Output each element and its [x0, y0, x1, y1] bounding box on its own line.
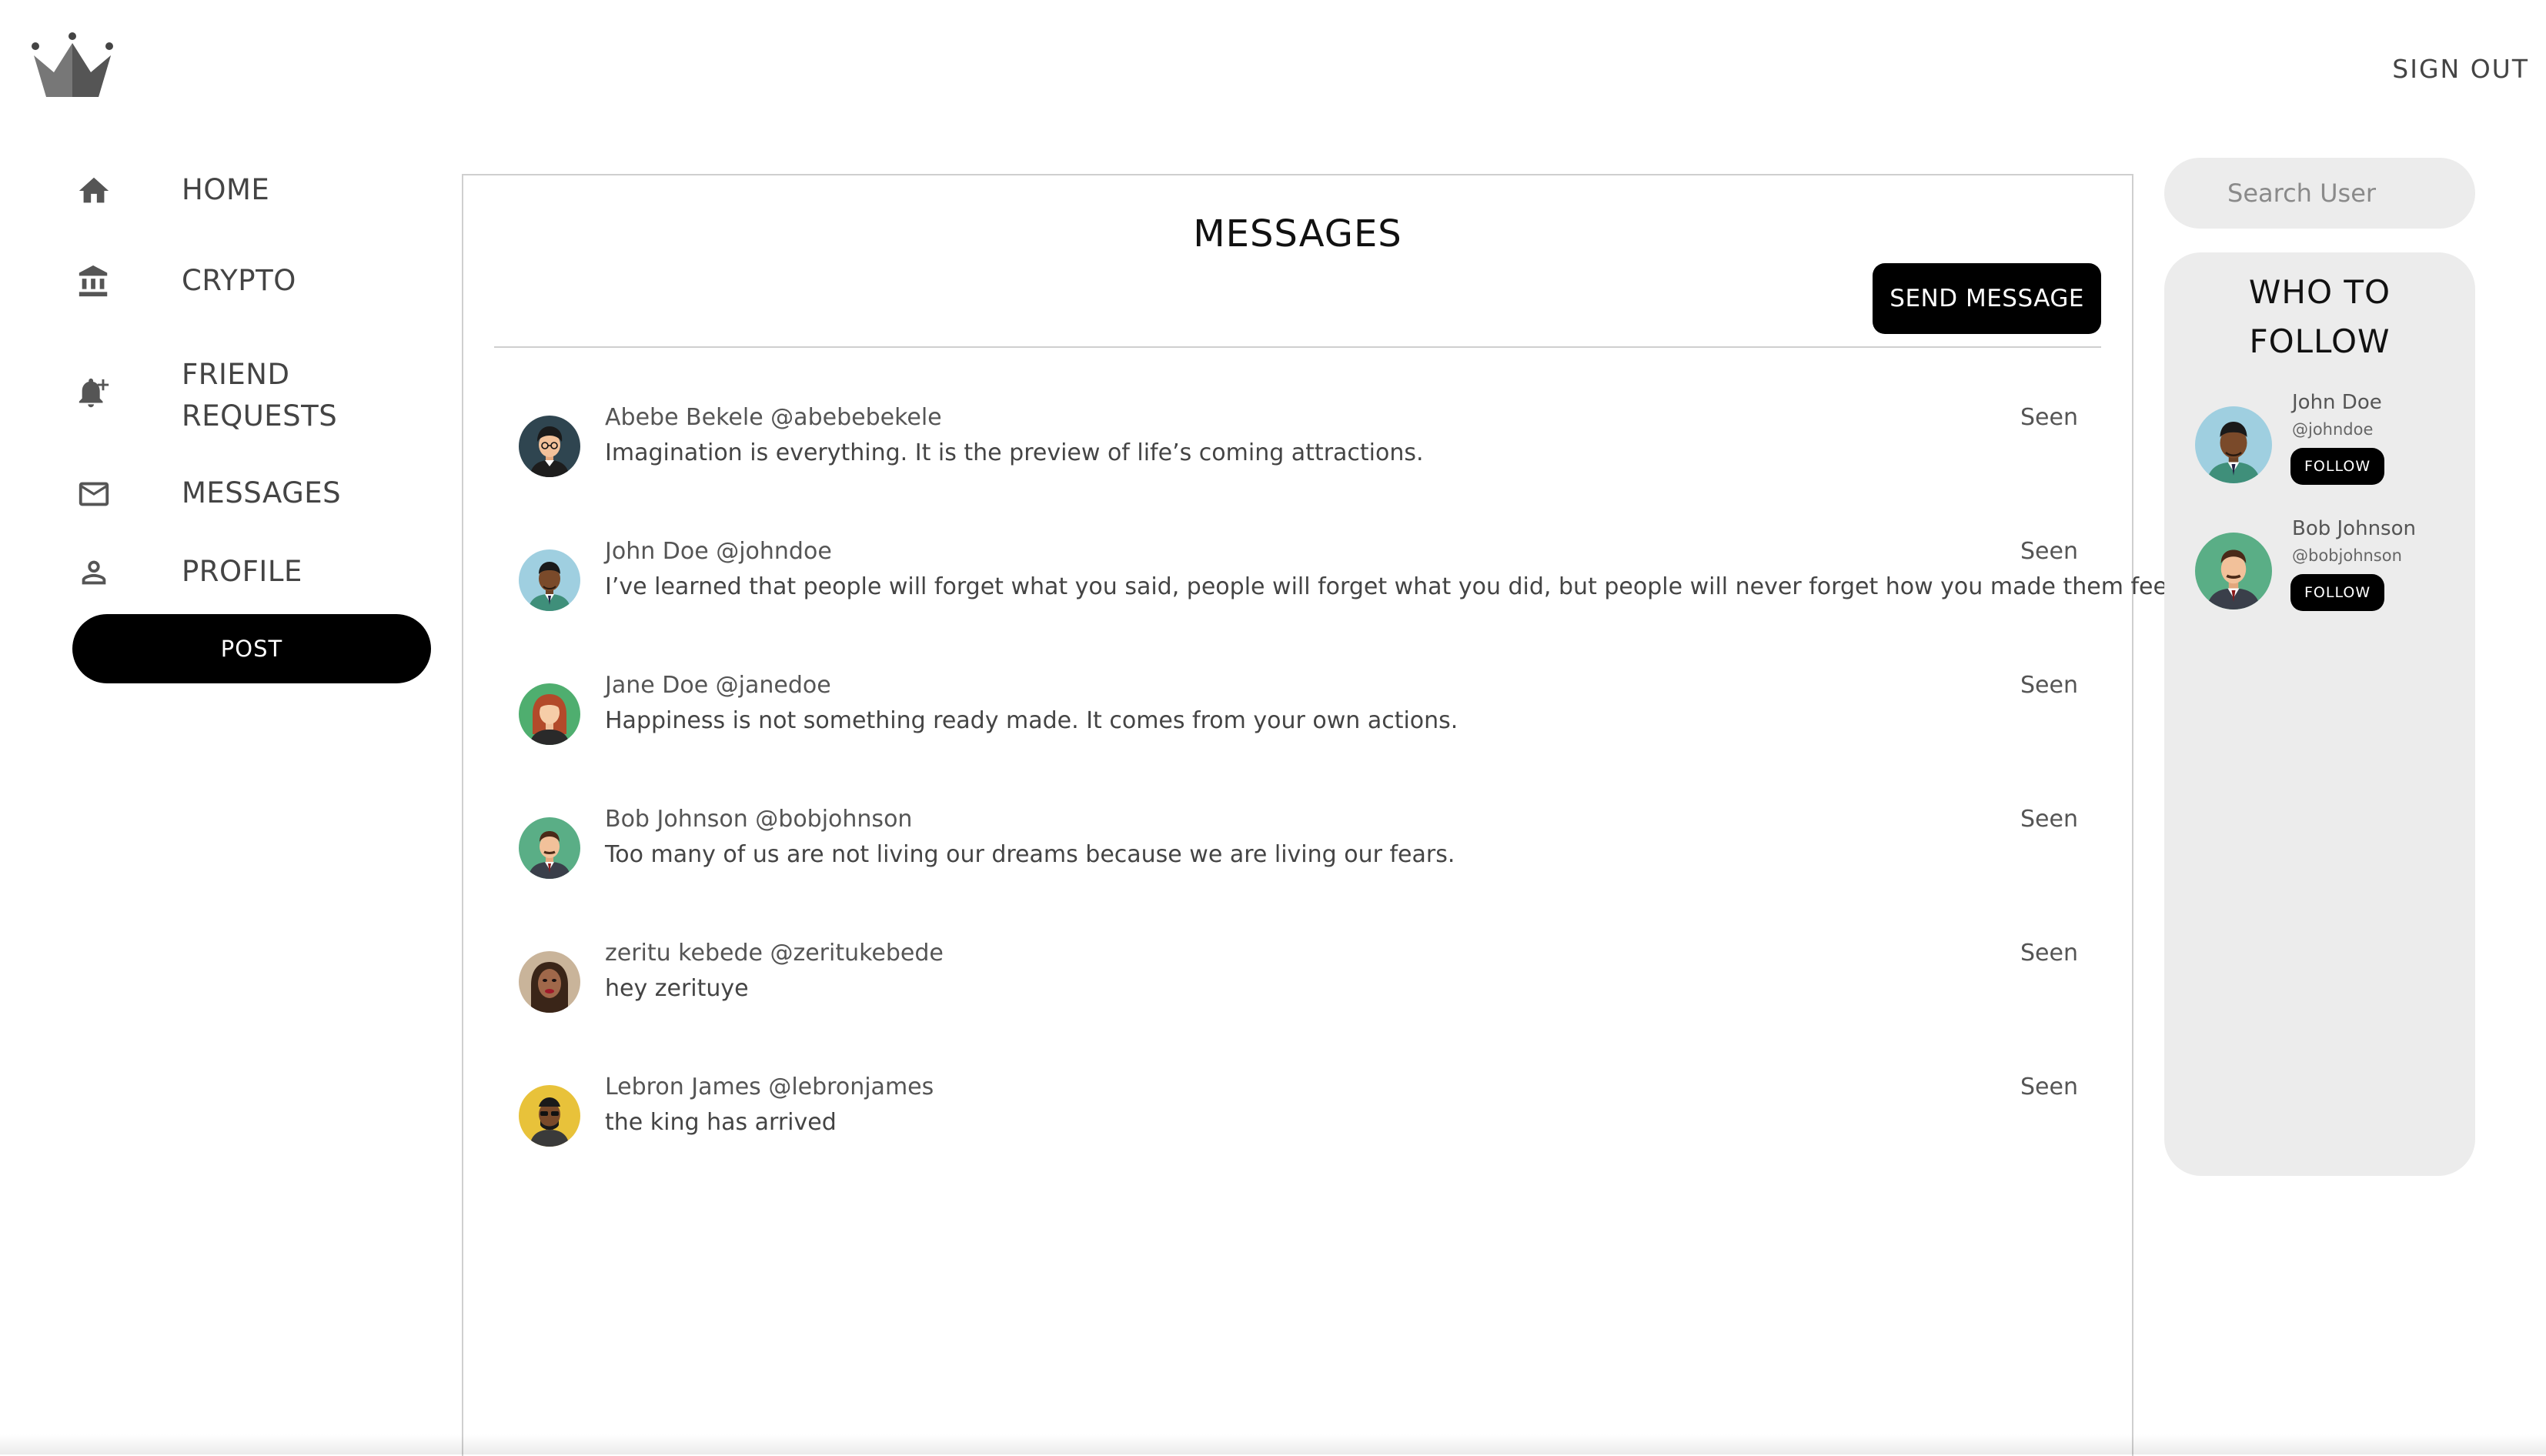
message-sender: Bob Johnson @bobjohnson [605, 806, 913, 833]
suggested-user-handle: @bobjohnson [2292, 546, 2402, 565]
crown-logo-icon[interactable] [31, 32, 114, 97]
nav-item-profile[interactable]: PROFILE [72, 551, 302, 594]
avatar [519, 416, 580, 477]
avatar [519, 549, 580, 611]
message-row[interactable]: John Doe @johndoe I’ve learned that peop… [519, 534, 2181, 668]
mail-icon [72, 473, 115, 516]
post-button[interactable]: POST [72, 614, 431, 683]
avatar [519, 683, 580, 745]
nav-item-messages[interactable]: MESSAGES [72, 473, 341, 516]
avatar [519, 1085, 580, 1147]
send-message-button[interactable]: SEND MESSAGE [1873, 263, 2101, 334]
suggested-user-handle: @johndoe [2292, 420, 2374, 439]
seen-status: Seen [2020, 1074, 2078, 1100]
message-row[interactable]: Lebron James @lebronjames the king has a… [519, 1070, 2078, 1204]
seen-status: Seen [2020, 404, 2078, 431]
message-list: Abebe Bekele @abebebekele Imagination is… [519, 400, 2181, 1204]
message-text: Imagination is everything. It is the pre… [605, 439, 1424, 466]
nav-label-profile: PROFILE [182, 555, 302, 588]
follow-button[interactable]: FOLLOW [2290, 574, 2385, 611]
bell-plus-icon [72, 372, 115, 416]
message-sender: Lebron James @lebronjames [605, 1074, 934, 1100]
message-sender: Abebe Bekele @abebebekele [605, 404, 942, 431]
bank-icon [72, 260, 115, 303]
message-sender: Jane Doe @janedoe [605, 672, 831, 699]
message-sender: zeritu kebede @zeritukebede [605, 940, 944, 967]
seen-status: Seen [2020, 538, 2078, 565]
avatar[interactable] [2195, 406, 2272, 483]
message-text: Too many of us are not living our dreams… [605, 841, 1455, 868]
seen-status: Seen [2020, 806, 2078, 833]
divider [494, 346, 2101, 348]
messages-panel: MESSAGES SEND MESSAGE Abebe Bekele @abeb… [462, 174, 2181, 1456]
message-text: the king has arrived [605, 1109, 837, 1136]
sign-out-button[interactable]: SIGN OUT [2392, 54, 2529, 84]
seen-status: Seen [2020, 672, 2078, 699]
message-text: Happiness is not something ready made. I… [605, 707, 1458, 734]
suggested-user-name: Bob Johnson [2292, 517, 2416, 540]
follow-button[interactable]: FOLLOW [2290, 448, 2385, 485]
message-row[interactable]: Abebe Bekele @abebebekele Imagination is… [519, 400, 2078, 534]
page-title: MESSAGES [1193, 212, 1402, 255]
nav-item-home[interactable]: HOME [72, 169, 269, 212]
suggested-user: Bob Johnson @bobjohnson FOLLOW [2195, 517, 2457, 625]
message-row[interactable]: Bob Johnson @bobjohnson Too many of us a… [519, 802, 2078, 936]
who-to-follow-panel: WHO TO FOLLOW John Doe @johndoe FOLLOW B… [2164, 252, 2475, 1176]
message-row[interactable]: zeritu kebede @zeritukebede hey zerituye… [519, 936, 2078, 1070]
avatar [519, 817, 580, 879]
nav-item-friend-requests[interactable]: FRIEND REQUESTS [72, 354, 351, 437]
person-icon [72, 551, 115, 594]
avatar [519, 951, 580, 1013]
message-text: hey zerituye [605, 975, 749, 1002]
message-sender: John Doe @johndoe [605, 538, 832, 565]
message-row[interactable]: Jane Doe @janedoe Happiness is not somet… [519, 668, 2078, 802]
suggested-user: John Doe @johndoe FOLLOW [2195, 391, 2457, 499]
search-user-input[interactable] [2164, 158, 2475, 229]
who-to-follow-title: WHO TO FOLLOW [2248, 273, 2391, 360]
nav-label-home: HOME [182, 173, 270, 206]
bottom-edge-shadow [0, 1434, 2546, 1454]
nav-label-messages: MESSAGES [182, 476, 342, 509]
suggested-user-name: John Doe [2292, 391, 2382, 414]
avatar[interactable] [2195, 533, 2272, 609]
nav-label-friend-requests: FRIEND REQUESTS [182, 358, 338, 432]
message-text: I’ve learned that people will forget wha… [605, 573, 2181, 600]
home-icon [72, 169, 115, 212]
nav-label-crypto: CRYPTO [182, 264, 296, 297]
seen-status: Seen [2020, 940, 2078, 967]
nav-item-crypto[interactable]: CRYPTO [72, 260, 296, 303]
